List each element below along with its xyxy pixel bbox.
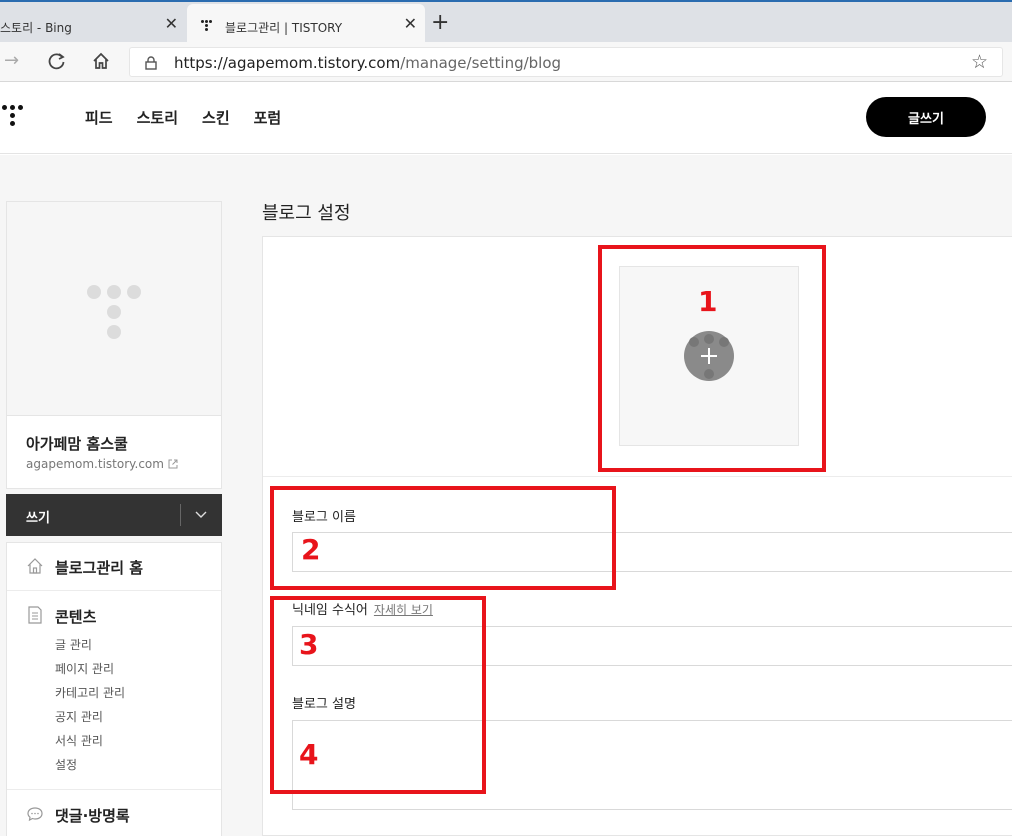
url-path: /manage/setting/blog xyxy=(400,54,562,72)
url-host: https://agapemom.tistory.com xyxy=(174,54,401,72)
tab-title: 블로그관리 | TISTORY xyxy=(225,21,343,35)
annotation-number-3: 3 xyxy=(299,628,319,661)
star-icon[interactable]: ☆ xyxy=(971,51,988,73)
annotation-number-4: 4 xyxy=(299,738,319,771)
annotation-box-2 xyxy=(270,486,616,590)
chevron-down-icon[interactable] xyxy=(192,507,210,523)
home-icon xyxy=(26,557,44,575)
blog-profile-card: 아가페맘 홈스쿨 agapemom.tistory.com xyxy=(6,201,222,489)
tistory-logo-icon[interactable] xyxy=(0,103,28,133)
browser-tab-tistory[interactable]: 블로그관리 | TISTORY ✕ xyxy=(187,4,425,44)
global-nav: 피드 스토리 스킨 포럼 xyxy=(85,107,281,128)
tab-title: 스토리 - Bing xyxy=(0,21,72,35)
sidebar-menu: 블로그관리 홈 콘텐츠 글 관리 페이지 관리 카테고리 관리 공지 관리 서식… xyxy=(6,542,222,836)
speech-bubble-icon xyxy=(26,805,44,823)
sidebar-item-notices[interactable]: 공지 관리 xyxy=(55,708,103,725)
nav-skin[interactable]: 스킨 xyxy=(202,107,230,128)
close-icon[interactable]: ✕ xyxy=(404,16,417,32)
divider xyxy=(180,504,181,526)
url-text: https://agapemom.tistory.com/manage/sett… xyxy=(174,54,561,72)
external-link-icon xyxy=(168,458,178,469)
sidebar-write-bar: 쓰기 xyxy=(6,494,222,536)
new-tab-button[interactable]: + xyxy=(431,12,449,34)
annotation-number-2: 2 xyxy=(301,533,321,566)
write-post-button[interactable]: 글쓰기 xyxy=(866,97,986,137)
tistory-favicon-icon xyxy=(200,19,214,33)
nav-forum[interactable]: 포럼 xyxy=(254,107,282,128)
sidebar-item-home[interactable]: 블로그관리 홈 xyxy=(7,543,221,591)
page-title: 블로그 설정 xyxy=(262,203,351,224)
sidebar-item-templates[interactable]: 서식 관리 xyxy=(55,732,103,749)
site-header: 피드 스토리 스킨 포럼 글쓰기 xyxy=(0,82,1012,154)
divider xyxy=(263,476,1012,477)
forward-icon[interactable]: → xyxy=(4,51,19,71)
nav-feed[interactable]: 피드 xyxy=(85,107,113,128)
sidebar-section-title[interactable]: 댓글·방명록 xyxy=(55,805,130,826)
browser-tab-bar: 스토리 - Bing ✕ 블로그관리 | TISTORY ✕ + xyxy=(0,0,1012,44)
sidebar-item-label: 블로그관리 홈 xyxy=(55,559,144,577)
annotation-number-1: 1 xyxy=(698,285,718,318)
sidebar-item-pages[interactable]: 페이지 관리 xyxy=(55,660,114,677)
home-icon[interactable] xyxy=(91,51,111,76)
browser-tab-bing[interactable]: 스토리 - Bing ✕ xyxy=(0,4,186,44)
annotation-box-1 xyxy=(598,245,826,472)
close-icon[interactable]: ✕ xyxy=(165,16,178,32)
sidebar-section-title[interactable]: 콘텐츠 xyxy=(55,606,96,627)
sidebar-item-categories[interactable]: 카테고리 관리 xyxy=(55,684,125,701)
lock-icon xyxy=(145,55,157,70)
sidebar-item-settings[interactable]: 설정 xyxy=(55,756,77,773)
nav-story[interactable]: 스토리 xyxy=(137,107,178,128)
divider xyxy=(7,789,221,790)
blog-profile-image[interactable] xyxy=(7,202,221,416)
address-bar: → https://agapemom.tistory.com/manage/se… xyxy=(0,42,1012,82)
sidebar-write-button[interactable]: 쓰기 xyxy=(26,507,50,526)
blog-url-text: agapemom.tistory.com xyxy=(26,457,164,471)
blog-name: 아가페맘 홈스쿨 xyxy=(26,435,128,453)
blog-url-link[interactable]: agapemom.tistory.com xyxy=(26,457,178,471)
url-field[interactable]: https://agapemom.tistory.com/manage/sett… xyxy=(129,47,1003,77)
refresh-icon[interactable] xyxy=(47,51,67,76)
document-icon xyxy=(26,606,44,624)
sidebar-item-posts[interactable]: 글 관리 xyxy=(55,636,92,653)
